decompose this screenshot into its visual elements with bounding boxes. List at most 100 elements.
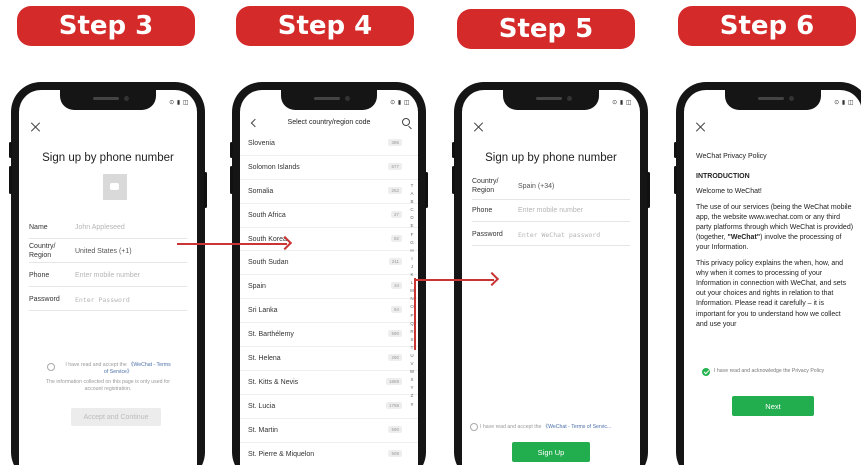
country-item[interactable]: St. Kitts & Nevis 1869 [240,371,418,395]
alphabet-letter[interactable]: D [408,214,416,222]
phone-field[interactable]: Phone Enter mobile number [29,265,187,287]
alphabet-letter[interactable]: C [408,206,416,214]
agree-radio[interactable] [47,363,55,371]
country-item[interactable]: Solomon Islands 677 [240,156,418,180]
country-item[interactable]: Slovenia 386 [240,132,418,156]
step-5-badge: Step 5 [457,9,635,49]
password-label: Password [29,296,60,303]
agree-radio[interactable] [470,423,478,431]
name-input[interactable]: John Appleseed [75,224,125,231]
country-item[interactable]: Spain 34 [240,275,418,300]
policy-title: WeChat Privacy Policy [696,153,767,160]
country-item[interactable]: South Korea 82 [240,228,418,252]
country-field[interactable]: Country/ Region United States (+1) [29,241,187,263]
country-field[interactable]: Country/ Region Spain (+34) [472,174,630,200]
password-input[interactable]: Enter Password [75,296,130,304]
alphabet-letter[interactable]: U [408,352,416,360]
alphabet-letter[interactable]: # [408,401,416,409]
phone-step-6: ⊙ ▮ ◫ WeChat Privacy Policy INTRODUCTION… [674,82,861,465]
alphabet-letter[interactable]: Z [408,392,416,400]
close-icon[interactable] [31,122,41,132]
step-4-badge: Step 4 [236,6,414,46]
page-title: Sign up by phone number [42,152,174,164]
step-3-badge: Step 3 [17,6,195,46]
country-name: Solomon Islands [248,163,300,171]
alphabet-letter[interactable]: X [408,376,416,384]
country-name: St. Lucia [248,402,276,410]
country-code-badge: 252 [388,186,402,194]
password-field[interactable]: Password Enter WeChat password [472,224,630,246]
country-name: St. Martin [248,426,278,434]
country-item[interactable]: Sri Lanka 94 [240,299,418,324]
alphabet-letter[interactable]: V [408,360,416,368]
policy-text: WeChat Privacy Policy INTRODUCTION Welco… [696,152,854,335]
password-label: Password [472,231,503,238]
alphabet-letter[interactable]: I [408,255,416,263]
arrow-step4-to-step5 [414,279,494,281]
country-name: Spain [248,283,266,291]
country-item[interactable]: St. Lucia 1758 [240,395,418,419]
password-input[interactable]: Enter WeChat password [518,231,600,239]
country-item[interactable]: St. Martin 590 [240,419,418,443]
close-icon[interactable] [696,122,706,132]
alphabet-letter[interactable]: G [408,239,416,247]
country-value[interactable]: Spain (+34) [518,183,554,190]
status-bar: ⊙ ▮ ◫ [612,100,632,106]
alphabet-letter[interactable]: J [408,263,416,271]
country-code-badge: 34 [390,282,402,290]
alphabet-letter[interactable]: T [408,182,416,190]
country-item[interactable]: St. Helena 290 [240,347,418,371]
status-bar: ⊙ ▮ ◫ [390,100,410,106]
info-note: The information collected on this page i… [46,379,170,392]
next-button[interactable]: Next [732,396,814,416]
alphabet-letter[interactable]: B [408,198,416,206]
country-name: Sri Lanka [248,307,278,315]
policy-paragraph-2: This privacy policy explains the when, h… [696,259,847,328]
close-icon[interactable] [474,122,484,132]
alphabet-letter[interactable]: E [408,222,416,230]
acknowledge-text: I have read and acknowledge the Privacy … [714,368,825,374]
country-list[interactable]: Slovenia 386 Solomon Islands 677 Somalia 252 S… [240,132,418,465]
country-code-badge: 211 [388,258,402,266]
phone-input[interactable]: Enter mobile number [75,272,140,279]
alphabet-letter[interactable]: W [408,368,416,376]
avatar-upload[interactable] [103,174,127,200]
country-item[interactable]: St. Pierre & Miquelon 508 [240,443,418,465]
policy-heading: INTRODUCTION [696,173,750,181]
phone-step-3: ⊙ ▮ ◫ Sign up by phone number Name John … [9,82,207,465]
alphabet-letter[interactable]: F [408,231,416,239]
alphabet-letter[interactable]: H [408,247,416,255]
phone-field[interactable]: Phone Enter mobile number [472,200,630,222]
screen-step-4: ⊙ ▮ ◫ Select country/region code Sloveni… [240,90,418,465]
country-name: South Africa [248,211,286,219]
policy-welcome: Welcome to WeChat! [696,188,762,196]
country-name: Slovenia [248,140,275,147]
nav-header: Select country/region code [240,114,418,134]
screen-step-6: ⊙ ▮ ◫ WeChat Privacy Policy INTRODUCTION… [684,90,861,465]
password-field[interactable]: Password Enter Password [29,289,187,311]
accept-continue-button[interactable]: Accept and Continue [71,408,161,426]
country-code-badge: 290 [388,354,402,362]
arrow-stub-step4 [414,278,416,350]
alphabet-letter[interactable]: Y [408,384,416,392]
country-label: Country/ Region [29,243,56,259]
country-code-badge: 94 [390,306,402,314]
country-name: St. Pierre & Miquelon [248,450,315,458]
page-title: Select country/region code [287,119,371,126]
phone-input[interactable]: Enter mobile number [518,207,583,214]
camera-icon [110,183,119,190]
alphabet-letter[interactable]: A [408,190,416,198]
name-field[interactable]: Name John Appleseed [29,217,187,239]
country-item[interactable]: South Africa 27 [240,204,418,228]
terms-link[interactable]: 《WeChat - Terms of Servic... [543,424,611,430]
agree-terms-text: I have read and accept the 《WeChat - Ter… [480,424,612,430]
search-icon[interactable] [402,118,410,126]
country-code-badge: 27 [390,210,402,218]
country-value[interactable]: United States (+1) [75,248,132,255]
sign-up-button[interactable]: Sign Up [512,442,590,462]
acknowledge-radio[interactable] [702,368,710,376]
country-item[interactable]: Somalia 252 [240,180,418,204]
phone-step-5: ⊙ ▮ ◫ Sign up by phone number Country/ R… [452,82,650,465]
country-item[interactable]: St. Barthélemy 590 [240,323,418,348]
country-item[interactable]: South Sudan 211 [240,251,418,276]
